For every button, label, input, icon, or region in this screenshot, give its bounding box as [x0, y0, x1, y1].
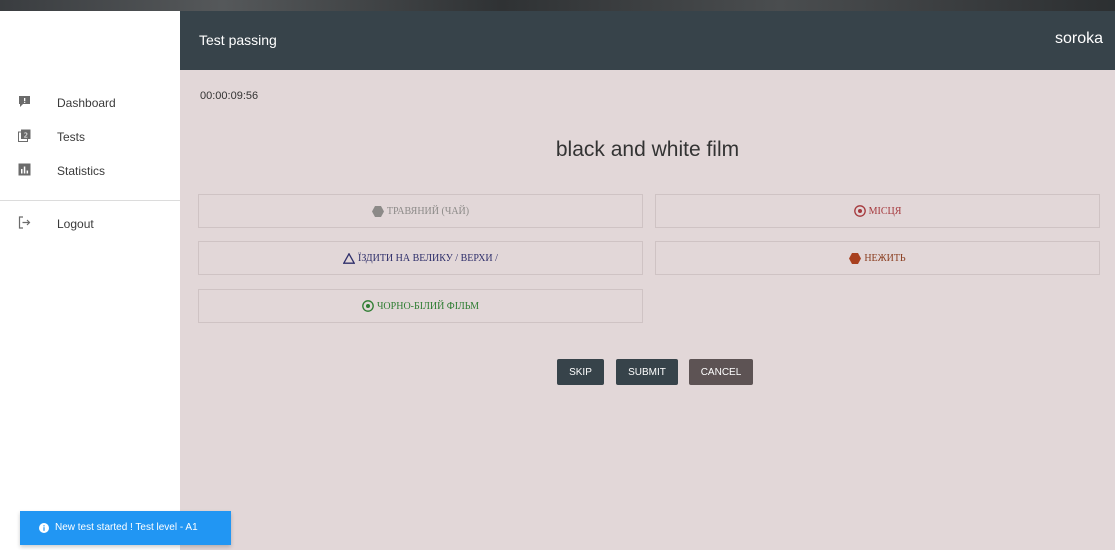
svg-text:2: 2	[24, 131, 28, 139]
target-icon	[362, 300, 374, 312]
answer-option-3[interactable]: ЇЗДИТИ НА ВЕЛИКУ / ВЕРХИ /	[198, 241, 643, 275]
sidebar-divider	[0, 200, 180, 201]
answer-option-1[interactable]: ТРАВЯНИЙ (ЧАЙ)	[198, 194, 643, 228]
user-name[interactable]: soroka	[1055, 30, 1103, 48]
window-top-strip	[0, 0, 1115, 11]
statistics-icon	[18, 163, 31, 176]
hexagon-icon	[849, 252, 862, 264]
cancel-button[interactable]: CANCEL	[689, 359, 753, 385]
sidebar-item-label: Dashboard	[57, 96, 116, 110]
answer-label: ЇЗДИТИ НА ВЕЛИКУ / ВЕРХИ /	[358, 252, 498, 264]
answer-option-2[interactable]: МІСЦЯ	[655, 194, 1100, 228]
sidebar-nav: Dashboard 2 Tests Statistics	[0, 86, 180, 188]
triangle-icon	[343, 252, 356, 264]
sidebar-item-label: Statistics	[57, 164, 106, 178]
dashboard-icon	[19, 96, 30, 107]
test-content: 00:00:09:56 black and white film ТРАВЯНИ…	[180, 70, 1115, 550]
answer-label: НЕЖИТЬ	[864, 252, 906, 264]
sidebar-item-label: Tests	[57, 130, 86, 144]
hexagon-icon	[371, 205, 384, 217]
answer-label: ЧОРНО-БІЛИЙ ФІЛЬМ	[376, 300, 480, 312]
skip-button[interactable]: SKIP	[557, 359, 604, 385]
sidebar-item-dashboard[interactable]: Dashboard	[0, 86, 180, 120]
sidebar-item-tests[interactable]: 2 Tests	[0, 120, 180, 154]
answer-option-5[interactable]: ЧОРНО-БІЛИЙ ФІЛЬМ	[198, 289, 643, 323]
logout-label: Logout	[57, 217, 94, 231]
target-icon	[853, 205, 866, 217]
page-title: Test passing	[199, 32, 277, 48]
toast-message: New test started ! Test level - A1	[55, 522, 198, 533]
timer: 00:00:09:56	[200, 90, 259, 102]
app-header: Test passing soroka	[180, 11, 1115, 70]
answer-option-4[interactable]: НЕЖИТЬ	[655, 241, 1100, 275]
toast-notification[interactable]: New test started ! Test level - A1	[20, 511, 231, 545]
question-text: black and white film	[555, 138, 740, 161]
sidebar-item-logout[interactable]: Logout	[0, 207, 180, 241]
answer-label: МІСЦЯ	[868, 205, 902, 217]
info-icon	[39, 523, 49, 533]
sidebar: Dashboard 2 Tests Statistics Logout	[0, 11, 180, 550]
submit-button[interactable]: SUBMIT	[616, 359, 678, 385]
logout-icon	[18, 216, 31, 229]
sidebar-item-statistics[interactable]: Statistics	[0, 154, 180, 188]
tests-icon: 2	[18, 129, 31, 142]
answer-label: ТРАВЯНИЙ (ЧАЙ)	[386, 205, 470, 217]
